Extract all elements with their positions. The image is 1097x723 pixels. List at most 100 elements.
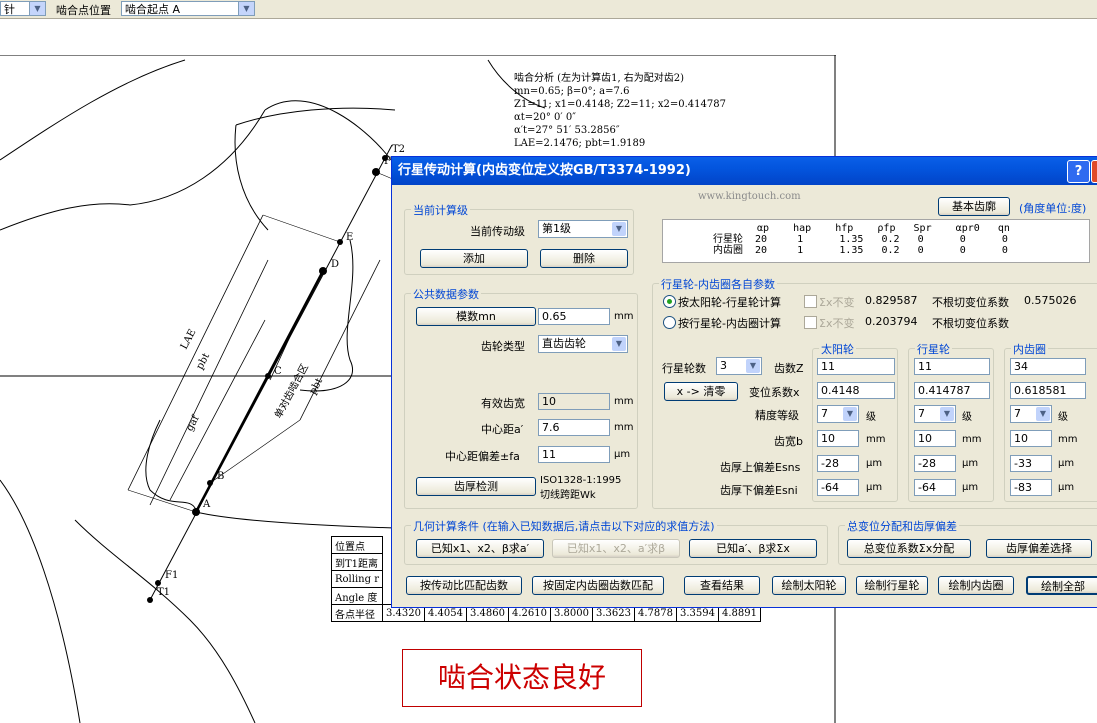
- sun-shift-input[interactable]: 0.4148: [817, 382, 895, 399]
- planet-count-select[interactable]: 3 ▼: [716, 357, 762, 375]
- center-deviation-input[interactable]: 11: [538, 446, 610, 463]
- dimension-line: [127, 214, 264, 491]
- match-fixed-ring-button[interactable]: 按固定内齿圈齿数匹配: [532, 576, 664, 595]
- analysis-block: 啮合分析 (左为计算齿1, 右为配对齿2) mn=0.65; β=0°; a=7…: [514, 72, 726, 150]
- thickness-deviation-button[interactable]: 齿厚偏差选择: [986, 539, 1092, 558]
- view-results-button[interactable]: 查看结果: [684, 576, 760, 595]
- mesh-point-select[interactable]: 啮合起点 A ▼: [121, 1, 255, 16]
- planetary-calc-dialog: 行星传动计算(内齿变位定义按GB/T3374-1992) ? × www.kin…: [391, 156, 1097, 608]
- dimension-line: [299, 259, 381, 421]
- label-F1: F1: [165, 570, 179, 581]
- ring-grade-select[interactable]: 7 ▼: [1010, 405, 1052, 423]
- dialog-title: 行星传动计算(内齿变位定义按GB/T3374-1992): [398, 163, 691, 178]
- um-unit: μm: [866, 458, 883, 469]
- group-title: 行星轮-内齿圈各自参数: [659, 276, 777, 292]
- draw-sun-button[interactable]: 绘制太阳轮: [772, 576, 846, 595]
- planet-shift-input[interactable]: 0.414787: [914, 382, 990, 399]
- chevron-down-icon[interactable]: ▼: [940, 407, 954, 421]
- distribute-shift-button[interactable]: 总变位系数Σx分配: [847, 539, 971, 558]
- ring-teeth-input[interactable]: 34: [1010, 358, 1086, 375]
- analysis-line: LAE=2.1476; pbt=1.9189: [514, 138, 646, 149]
- sum-fixed-checkbox[interactable]: [804, 316, 817, 329]
- upper-dev-label: 齿厚上偏差Esns: [720, 461, 801, 474]
- sun-lower-input[interactable]: -64: [817, 479, 859, 496]
- planet-width-input[interactable]: 10: [914, 430, 956, 447]
- table-cell: Angle 度: [331, 587, 383, 605]
- grade-unit: 级: [962, 412, 972, 423]
- chevron-down-icon[interactable]: ▼: [612, 222, 626, 236]
- option-sun-planet-radio[interactable]: [663, 295, 676, 308]
- planet-upper-input[interactable]: -28: [914, 455, 956, 472]
- point-E: [337, 239, 343, 245]
- gear-type-value: 直齿齿轮: [542, 337, 586, 350]
- standard-note: ISO1328-1:1995: [540, 475, 622, 486]
- mesh-point-label: 啮合点位置: [56, 4, 111, 17]
- planet-grade-select[interactable]: 7 ▼: [914, 405, 956, 423]
- grade-unit: 级: [866, 412, 876, 423]
- planet-teeth-input[interactable]: 11: [914, 358, 990, 375]
- lower-dev-label: 齿厚下偏差Esni: [720, 484, 798, 497]
- extension-line: [262, 214, 341, 243]
- ring-upper-input[interactable]: -33: [1010, 455, 1052, 472]
- sun-teeth-input[interactable]: 11: [817, 358, 895, 375]
- angle-unit-note: (角度单位:度): [1019, 202, 1087, 215]
- help-button[interactable]: ?: [1067, 160, 1090, 183]
- stage-select[interactable]: 第1级 ▼: [538, 220, 628, 238]
- ring-width-input[interactable]: 10: [1010, 430, 1052, 447]
- module-input[interactable]: 0.65: [538, 308, 610, 325]
- delete-button[interactable]: 删除: [540, 249, 628, 268]
- ring-shift-input[interactable]: 0.618581: [1010, 382, 1086, 399]
- label-T2: T2: [392, 144, 406, 155]
- planet-lower-input[interactable]: -64: [914, 479, 956, 496]
- grade-unit: 级: [1058, 412, 1068, 423]
- add-button[interactable]: 添加: [420, 249, 528, 268]
- center-distance-input[interactable]: 7.6: [538, 419, 610, 436]
- face-width-label: 有效齿宽: [481, 397, 525, 410]
- label-F: F: [384, 156, 391, 167]
- table-cell: 各点半径: [331, 604, 383, 622]
- width-unit: mm: [962, 434, 982, 445]
- option-planet-ring-radio[interactable]: [663, 316, 676, 329]
- draw-planet-button[interactable]: 绘制行星轮: [856, 576, 928, 595]
- sum-fixed-checkbox[interactable]: [804, 295, 817, 308]
- stage-label: 当前传动级: [470, 225, 525, 238]
- draw-ring-button[interactable]: 绘制内齿圈: [938, 576, 1014, 595]
- point-A: [192, 508, 200, 516]
- profile-row: 行星轮 20 1 1.35 0.2 0 0 0: [713, 234, 1008, 245]
- chevron-down-icon[interactable]: ▼: [843, 407, 857, 421]
- chevron-down-icon[interactable]: ▼: [612, 337, 626, 351]
- thickness-check-button[interactable]: 齿厚检测: [416, 477, 536, 496]
- sun-grade-select[interactable]: 7 ▼: [817, 405, 859, 423]
- module-button[interactable]: 模数mn: [416, 307, 536, 326]
- teeth-label: 齿数Z: [774, 362, 804, 375]
- chevron-down-icon[interactable]: ▼: [746, 359, 760, 373]
- solve-sum-shift-button[interactable]: 已知a′、β求Σx: [689, 539, 817, 558]
- group-title: 当前计算级: [411, 202, 470, 218]
- draw-all-button[interactable]: 绘制全部: [1026, 576, 1097, 595]
- sun-upper-input[interactable]: -28: [817, 455, 859, 472]
- solve-center-distance-button[interactable]: 已知x1、x2、β求a′: [416, 539, 544, 558]
- close-button[interactable]: ×: [1091, 160, 1097, 183]
- planet-count-label: 行星轮数: [662, 362, 706, 375]
- label-C: C: [274, 366, 282, 377]
- gear-type-select[interactable]: 直齿齿轮 ▼: [538, 335, 628, 353]
- ring-lower-input[interactable]: -83: [1010, 479, 1052, 496]
- match-by-ratio-button[interactable]: 按传动比匹配齿数: [406, 576, 522, 595]
- view-combo[interactable]: 针 ▼: [0, 1, 46, 16]
- extension-line: [127, 489, 197, 513]
- tooth-outline: [264, 100, 396, 166]
- clear-x-button[interactable]: x -> 清零: [664, 382, 738, 401]
- chevron-down-icon[interactable]: ▼: [29, 2, 45, 15]
- point-C: [265, 373, 271, 379]
- center-distance-label: 中心距a′: [481, 423, 524, 436]
- width-unit: mm: [866, 434, 886, 445]
- sun-width-input[interactable]: 10: [817, 430, 859, 447]
- dialog-titlebar[interactable]: 行星传动计算(内齿变位定义按GB/T3374-1992): [392, 157, 1097, 185]
- chevron-down-icon[interactable]: ▼: [238, 2, 254, 15]
- basic-profile-button[interactable]: 基本齿廓: [938, 197, 1010, 216]
- unit-label: mm: [614, 311, 634, 322]
- chevron-down-icon[interactable]: ▼: [1036, 407, 1050, 421]
- profile-header: αp hap hfp ρfp Spr αpr0 qn: [757, 223, 1010, 234]
- mesh-status-message: 啮合状态良好: [402, 649, 642, 707]
- analysis-line: 啮合分析 (左为计算齿1, 右为配对齿2): [514, 73, 685, 84]
